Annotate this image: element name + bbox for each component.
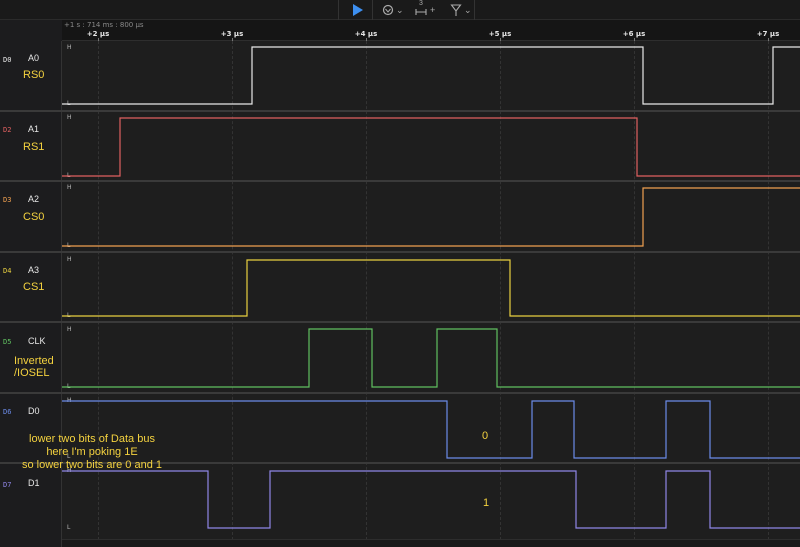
waveform-d3 [62,187,800,247]
annotation-line: here I'm poking 1E [46,446,138,458]
waveform-d5 [62,328,800,388]
waveform-d7 [62,470,800,529]
waveform-d4 [62,259,800,317]
bit0-value: 0 [482,430,489,442]
data-bus-annotation: lower two bits of Data bus here I'm poki… [4,433,180,472]
waveform-d0 [62,46,800,105]
annotation-line: so lower two bits are 0 and 1 [21,459,163,471]
waveform-d2 [62,117,800,177]
annotation-line: lower two bits of Data bus [29,433,155,445]
bit1-value: 1 [483,497,490,509]
horizontal-scrollbar[interactable] [62,539,800,547]
